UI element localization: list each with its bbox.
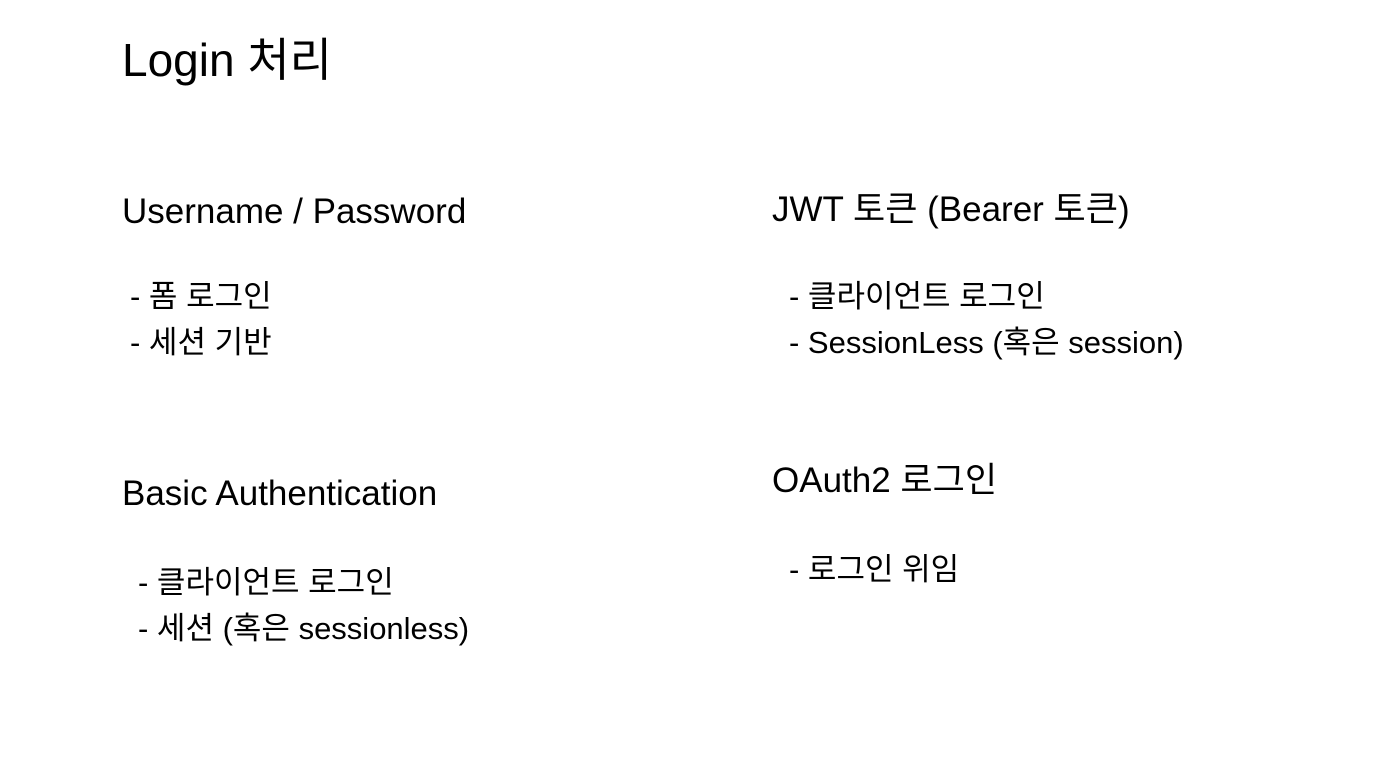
bullet-list: - 폼 로그인 - 세션 기반 bbox=[130, 274, 466, 366]
section-heading: Username / Password bbox=[122, 192, 467, 231]
section-username-password: Username / Password - 폼 로그인 - 세션 기반 bbox=[122, 192, 466, 366]
bullet-item: - SessionLess (혹은 session) bbox=[789, 325, 1184, 361]
bullet-list: - 클라이언트 로그인 - SessionLess (혹은 session) bbox=[789, 274, 1184, 366]
section-heading: Basic Authentication bbox=[122, 474, 438, 513]
bullet-list: - 클라이언트 로그인 - 세션 (혹은 sessionless) bbox=[138, 560, 469, 652]
bullet-item: - 세션 기반 bbox=[130, 325, 272, 361]
bullet-list: - 로그인 위임 bbox=[789, 547, 997, 593]
bullet-item: - 클라이언트 로그인 bbox=[138, 565, 394, 601]
bullet-item: - 클라이언트 로그인 bbox=[789, 279, 1045, 315]
bullet-item: - 폼 로그인 bbox=[130, 279, 272, 315]
section-jwt-token: JWT 토큰 (Bearer 토큰) - 클라이언트 로그인 - Session… bbox=[772, 190, 1184, 366]
section-heading: OAuth2 로그인 bbox=[772, 461, 998, 500]
section-heading: JWT 토큰 (Bearer 토큰) bbox=[772, 190, 1130, 229]
section-basic-authentication: Basic Authentication - 클라이언트 로그인 - 세션 (혹… bbox=[122, 474, 469, 652]
section-oauth2-login: OAuth2 로그인 - 로그인 위임 bbox=[772, 461, 997, 593]
bullet-item: - 세션 (혹은 sessionless) bbox=[138, 611, 470, 647]
bullet-item: - 로그인 위임 bbox=[789, 552, 960, 588]
slide-title: Login 처리 bbox=[122, 34, 332, 86]
